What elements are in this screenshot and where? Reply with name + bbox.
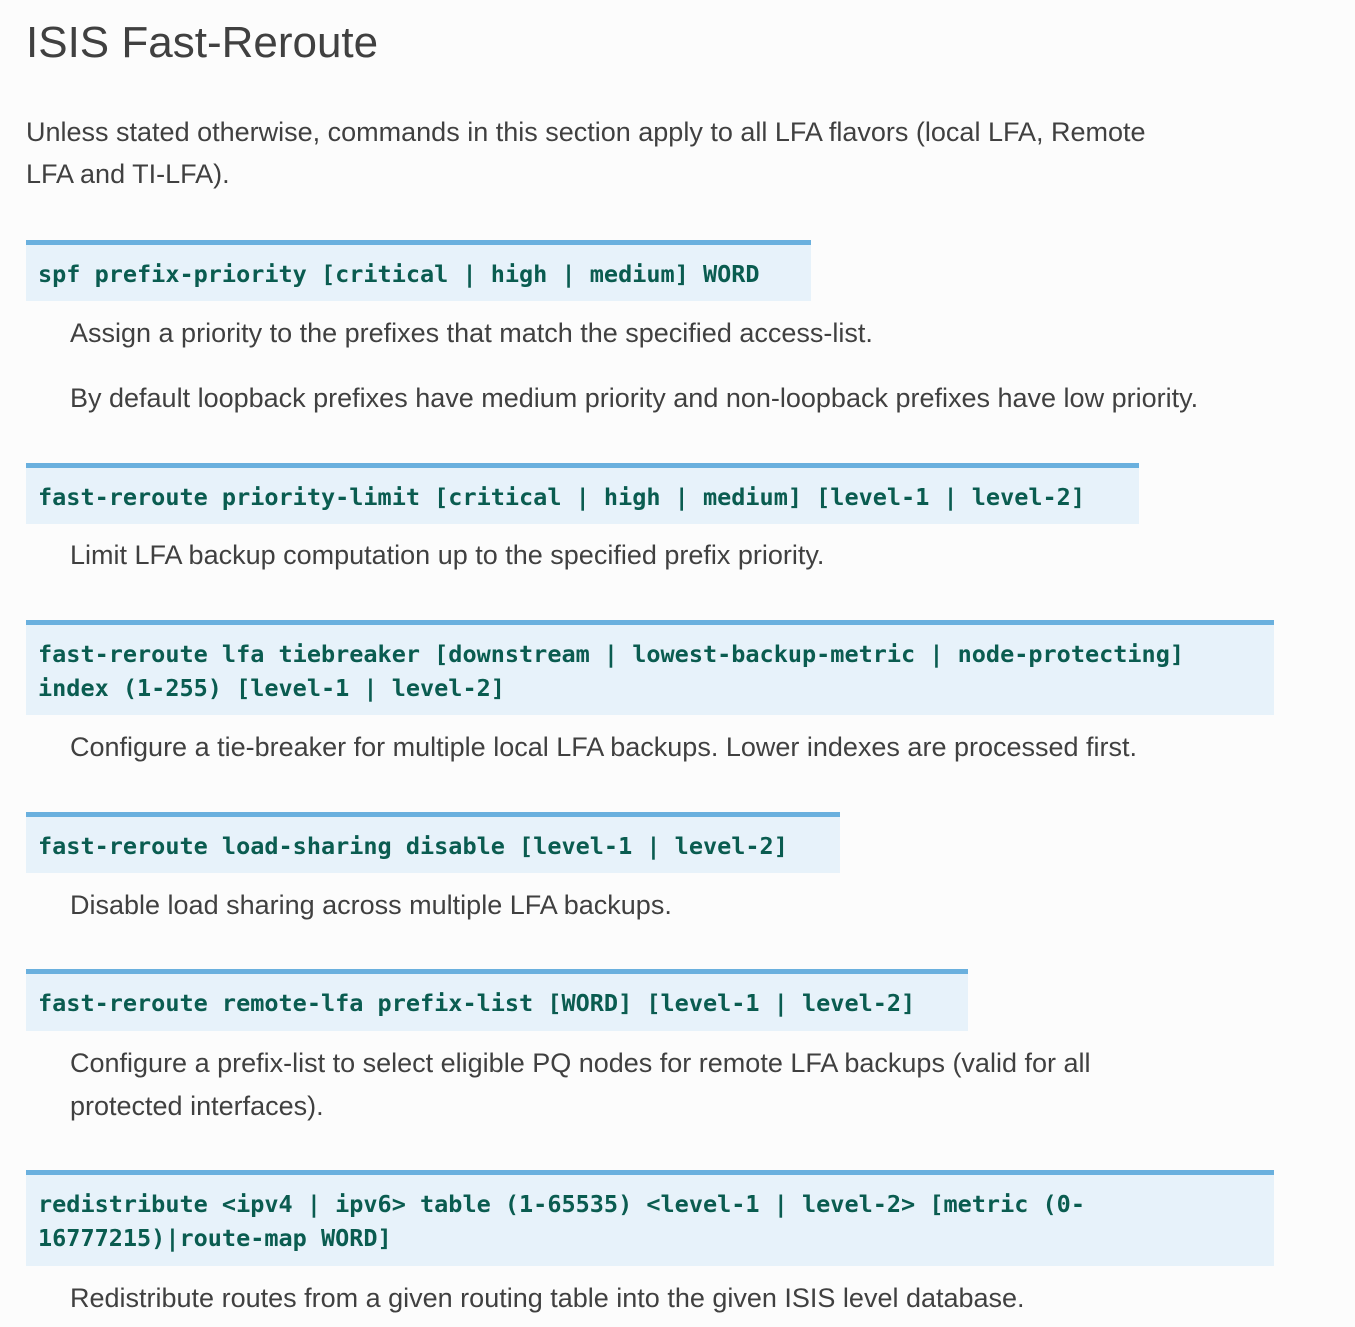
command-signature-redistribute: redistribute <ipv4 | ipv6> table (1-6553… xyxy=(26,1170,1274,1266)
signature-line: index (1-255) [level-1 | level-2] xyxy=(38,674,505,702)
signature-line: redistribute <ipv4 | ipv6> table (1-6553… xyxy=(38,1190,1085,1218)
command-description: Configure a tie-breaker for multiple loc… xyxy=(70,732,1138,762)
command-description: Limit LFA backup computation up to the s… xyxy=(70,540,825,570)
signature-text: fast-reroute remote-lfa prefix-list [WOR… xyxy=(38,989,916,1017)
signature-text: fast-reroute load-sharing disable [level… xyxy=(38,832,788,860)
intro-line: Unless stated otherwise, commands in thi… xyxy=(26,117,1146,147)
command-signature-load-sharing: fast-reroute load-sharing disable [level… xyxy=(26,812,840,873)
command-description: By default loopback prefixes have medium… xyxy=(70,383,1199,413)
intro-line: LFA and TI-LFA). xyxy=(26,159,230,189)
command-signature-priority-limit: fast-reroute priority-limit [critical | … xyxy=(26,463,1139,524)
command-description: Disable load sharing across multiple LFA… xyxy=(70,890,672,920)
signature-text: spf prefix-priority [critical | high | m… xyxy=(38,260,760,288)
signature-line: fast-reroute lfa tiebreaker [downstream … xyxy=(38,640,1185,668)
command-description: Configure a prefix-list to select eligib… xyxy=(70,1042,1091,1128)
command-description: Redistribute routes from a given routing… xyxy=(70,1283,1025,1313)
signature-line: 16777215)|route-map WORD] xyxy=(38,1224,392,1252)
command-description: Assign a priority to the prefixes that m… xyxy=(70,318,873,348)
command-signature-lfa-tiebreaker: fast-reroute lfa tiebreaker [downstream … xyxy=(26,620,1274,715)
command-signature-spf-prefix-priority: spf prefix-priority [critical | high | m… xyxy=(26,240,811,301)
description-line: Configure a prefix-list to select eligib… xyxy=(70,1048,1091,1078)
description-line: protected interfaces). xyxy=(70,1091,324,1121)
intro-paragraph: Unless stated otherwise, commands in thi… xyxy=(26,111,1256,195)
page-title: ISIS Fast-Reroute xyxy=(26,18,379,67)
command-signature-remote-lfa-prefix-list: fast-reroute remote-lfa prefix-list [WOR… xyxy=(26,969,968,1031)
signature-text: fast-reroute priority-limit [critical | … xyxy=(38,483,1085,511)
